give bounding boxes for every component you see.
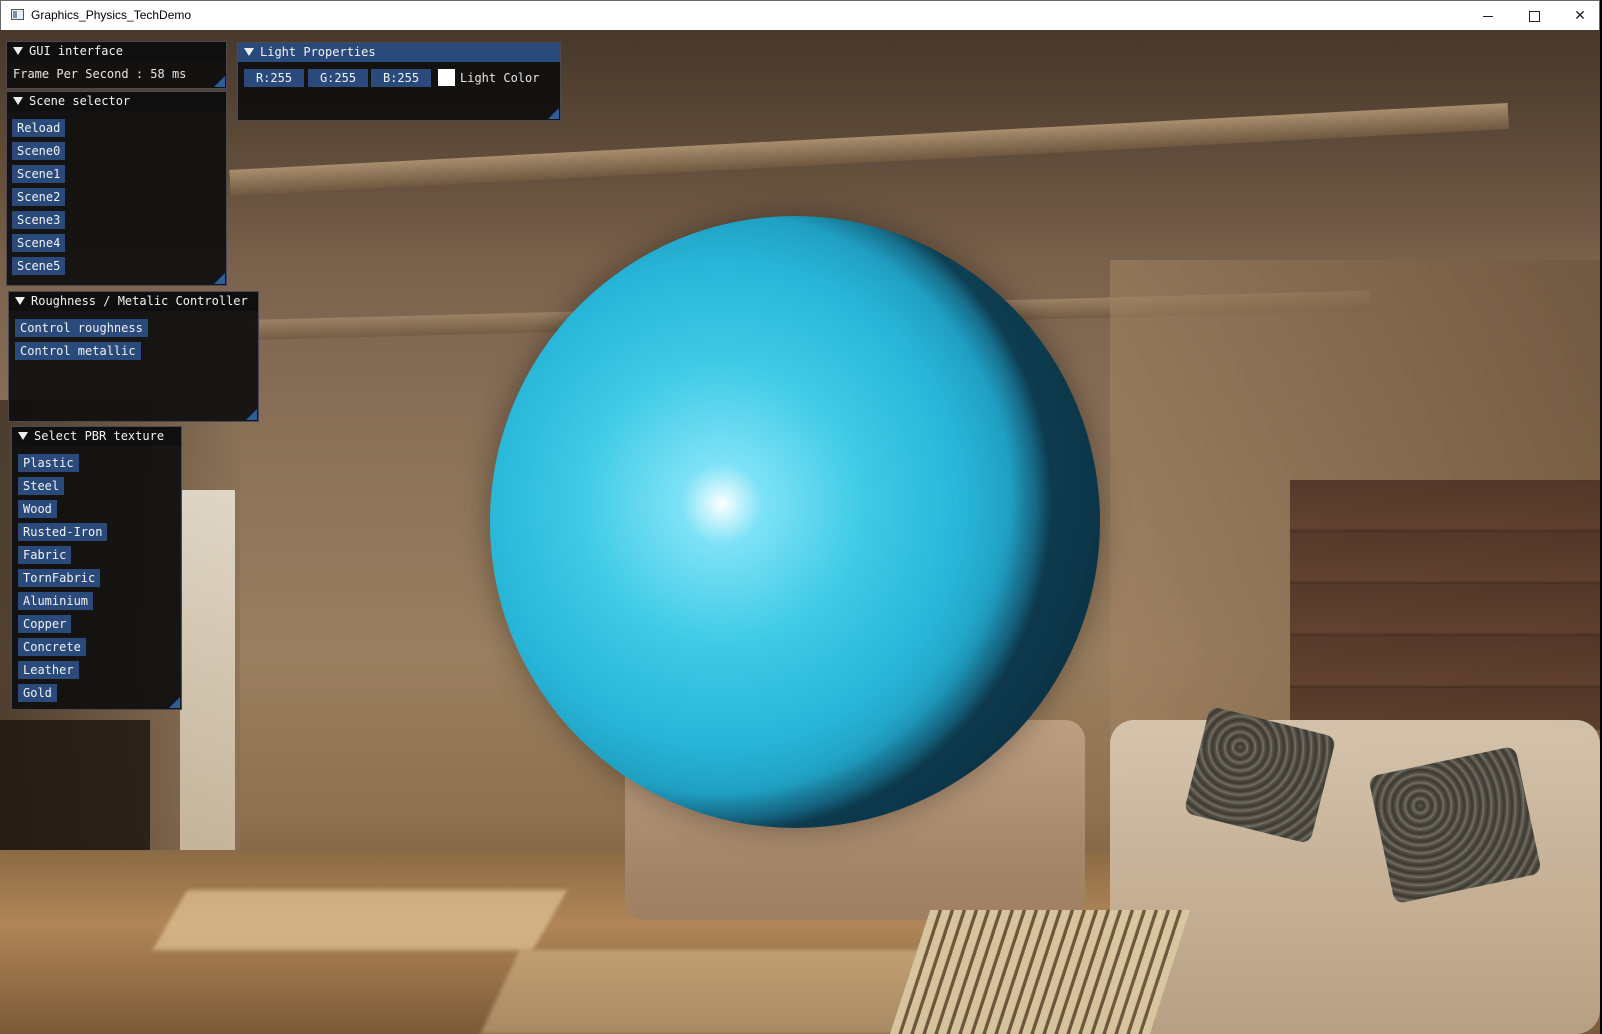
scene2-button[interactable]: Scene2: [12, 188, 66, 206]
torn-fabric-button[interactable]: TornFabric: [18, 569, 101, 587]
app-icon: [11, 9, 24, 20]
panel-header[interactable]: Light Properties: [238, 43, 560, 62]
fabric-button[interactable]: Fabric: [18, 546, 72, 564]
light-color-swatch[interactable]: [438, 69, 455, 86]
panel-title: Roughness / Metalic Controller: [31, 294, 248, 308]
scene1-button[interactable]: Scene1: [12, 165, 66, 183]
steel-button[interactable]: Steel: [18, 477, 65, 495]
close-button[interactable]: ✕: [1557, 1, 1602, 31]
wood-button[interactable]: Wood: [18, 500, 57, 518]
panel-header[interactable]: Scene selector: [7, 92, 226, 111]
panel-header[interactable]: Select PBR texture: [12, 427, 181, 446]
scene0-button[interactable]: Scene0: [12, 142, 66, 160]
window-title: Graphics_Physics_TechDemo: [31, 8, 192, 22]
collapse-arrow-icon: [13, 96, 23, 105]
sunlight-patch: [480, 950, 940, 1034]
reload-button[interactable]: Reload: [12, 119, 66, 137]
scene-selector-panel[interactable]: Scene selector Reload Scene0 Scene1 Scen…: [6, 91, 227, 286]
panel-title: Scene selector: [29, 94, 131, 108]
collapse-arrow-icon: [13, 46, 23, 55]
room-window: [180, 490, 235, 910]
light-red-field[interactable]: R:255: [244, 69, 304, 87]
resize-grip-icon[interactable]: [548, 108, 559, 119]
plastic-button[interactable]: Plastic: [18, 454, 79, 472]
window-titlebar: Graphics_Physics_TechDemo ✕: [0, 0, 1600, 30]
control-metallic-button[interactable]: Control metallic: [15, 342, 141, 360]
bookshelf: [1290, 480, 1600, 730]
resize-grip-icon[interactable]: [214, 76, 225, 87]
roughness-metallic-panel[interactable]: Roughness / Metalic Controller Control r…: [8, 291, 259, 422]
close-icon: ✕: [1574, 8, 1586, 24]
panel-header[interactable]: GUI interface: [7, 42, 226, 61]
light-properties-panel[interactable]: Light Properties R:255 G:255 B:255 Light…: [237, 42, 561, 121]
scene5-button[interactable]: Scene5: [12, 257, 66, 275]
collapse-arrow-icon: [244, 47, 254, 56]
panel-title: GUI interface: [29, 44, 123, 58]
light-blue-field[interactable]: B:255: [371, 69, 431, 87]
aluminium-button[interactable]: Aluminium: [18, 592, 94, 610]
leather-button[interactable]: Leather: [18, 661, 79, 679]
light-green-field[interactable]: G:255: [308, 69, 368, 87]
control-roughness-button[interactable]: Control roughness: [15, 319, 148, 337]
rusted-iron-button[interactable]: Rusted-Iron: [18, 523, 108, 541]
pbr-texture-panel[interactable]: Select PBR texture Plastic Steel Wood Ru…: [11, 426, 182, 710]
concrete-button[interactable]: Concrete: [18, 638, 86, 656]
maximize-icon: [1528, 10, 1540, 22]
sphere-shading: [490, 216, 1100, 828]
collapse-arrow-icon: [18, 431, 28, 440]
gui-interface-panel[interactable]: GUI interface Frame Per Second : 58 ms: [6, 41, 227, 89]
maximize-button[interactable]: [1511, 1, 1557, 31]
collapse-arrow-icon: [15, 296, 25, 305]
gold-button[interactable]: Gold: [18, 684, 57, 702]
sunlight-patch: [152, 890, 568, 950]
render-viewport[interactable]: [0, 30, 1600, 1034]
resize-grip-icon[interactable]: [169, 697, 180, 708]
resize-grip-icon[interactable]: [246, 409, 257, 420]
fps-readout: Frame Per Second : 58 ms: [13, 67, 187, 81]
coffee-table: [889, 910, 1191, 1034]
panel-title: Light Properties: [260, 45, 376, 59]
scene4-button[interactable]: Scene4: [12, 234, 66, 252]
panel-header[interactable]: Roughness / Metalic Controller: [9, 292, 258, 311]
copper-button[interactable]: Copper: [18, 615, 72, 633]
scene3-button[interactable]: Scene3: [12, 211, 66, 229]
minimize-icon: [1483, 15, 1493, 17]
panel-title: Select PBR texture: [34, 429, 165, 443]
light-color-label: Light Color: [460, 71, 540, 85]
minimize-button[interactable]: [1465, 1, 1511, 31]
resize-grip-icon[interactable]: [214, 273, 225, 284]
sofa: [1110, 720, 1600, 1034]
